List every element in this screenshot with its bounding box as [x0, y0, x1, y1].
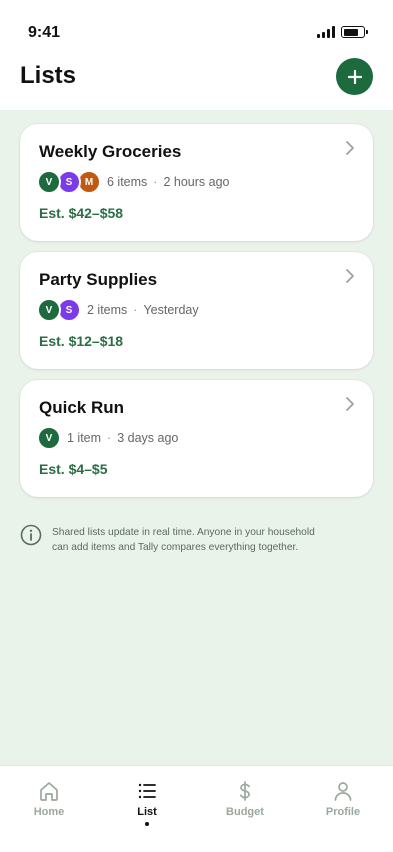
list-meta: V 1 item · 3 days ago — [37, 426, 178, 450]
meta-text: 2 items · Yesterday — [87, 303, 199, 317]
info-text: Shared lists update in real time. Anyone… — [52, 525, 315, 555]
signal-icon — [317, 26, 335, 38]
meta-text: 1 item · 3 days ago — [67, 431, 178, 445]
updated-time: 2 hours ago — [163, 175, 230, 189]
tab-home[interactable]: Home — [14, 780, 84, 818]
tab-label: Budget — [226, 806, 264, 818]
separator: · — [107, 431, 112, 445]
list-title: Party Supplies — [39, 270, 158, 289]
person-icon — [334, 782, 352, 801]
tab-label: List — [137, 806, 157, 818]
list-card-quick-run[interactable]: Quick Run V 1 item · 3 days ago Est. $4–… — [20, 380, 373, 497]
list-icon — [138, 783, 156, 799]
item-count: 2 items — [87, 303, 128, 317]
status-time: 9:41 — [28, 24, 61, 41]
add-list-button[interactable] — [336, 58, 373, 95]
tab-label: Home — [33, 806, 65, 818]
tab-label: Profile — [325, 806, 361, 818]
info-line: Shared lists update in real time. Anyone… — [52, 527, 315, 538]
list-card-weekly-groceries[interactable]: Weekly Groceries V S M 6 items · 2 hours… — [20, 124, 373, 241]
list-card-party-supplies[interactable]: Party Supplies V S 2 items · Yesterday E… — [20, 252, 373, 369]
avatar: V — [37, 298, 61, 322]
separator: · — [153, 175, 158, 189]
updated-time: 3 days ago — [117, 431, 179, 445]
tab-bar: Home List Budget Profile — [0, 765, 393, 852]
info-line: can add items and Tally compares everyth… — [52, 542, 299, 553]
dollar-icon — [239, 781, 250, 801]
chevron-right-icon — [346, 397, 354, 411]
list-meta: V S M 6 items · 2 hours ago — [37, 170, 230, 194]
tab-list[interactable]: List — [112, 780, 182, 826]
list-content: Weekly Groceries V S M 6 items · 2 hours… — [0, 110, 393, 765]
list-title: Quick Run — [39, 398, 125, 417]
member-avatars: V S M — [37, 170, 101, 194]
item-count: 1 item — [67, 431, 102, 445]
chevron-right-icon — [346, 269, 354, 283]
member-avatars: V — [37, 426, 61, 450]
home-icon — [40, 782, 58, 801]
header: Lists — [0, 54, 393, 110]
item-count: 6 items — [107, 175, 148, 189]
status-bar: 9:41 — [0, 0, 393, 54]
list-title: Weekly Groceries — [39, 142, 182, 161]
member-avatars: V S — [37, 298, 81, 322]
info-note: Shared lists update in real time. Anyone… — [20, 524, 373, 555]
status-icons — [317, 26, 368, 38]
price-estimate: Est. $42–$58 — [39, 205, 124, 221]
page-title: Lists — [20, 62, 77, 89]
avatar: V — [37, 426, 61, 450]
list-meta: V S 2 items · Yesterday — [37, 298, 199, 322]
info-icon — [20, 524, 42, 546]
chevron-right-icon — [346, 141, 354, 155]
active-indicator — [145, 822, 149, 826]
avatar: V — [37, 170, 61, 194]
price-estimate: Est. $12–$18 — [39, 333, 124, 349]
tab-budget[interactable]: Budget — [210, 780, 280, 818]
tab-profile[interactable]: Profile — [308, 780, 378, 818]
updated-time: Yesterday — [143, 303, 199, 317]
separator: · — [133, 303, 138, 317]
plus-icon — [347, 69, 362, 84]
meta-text: 6 items · 2 hours ago — [107, 175, 230, 189]
price-estimate: Est. $4–$5 — [39, 461, 108, 477]
battery-icon — [341, 26, 368, 38]
